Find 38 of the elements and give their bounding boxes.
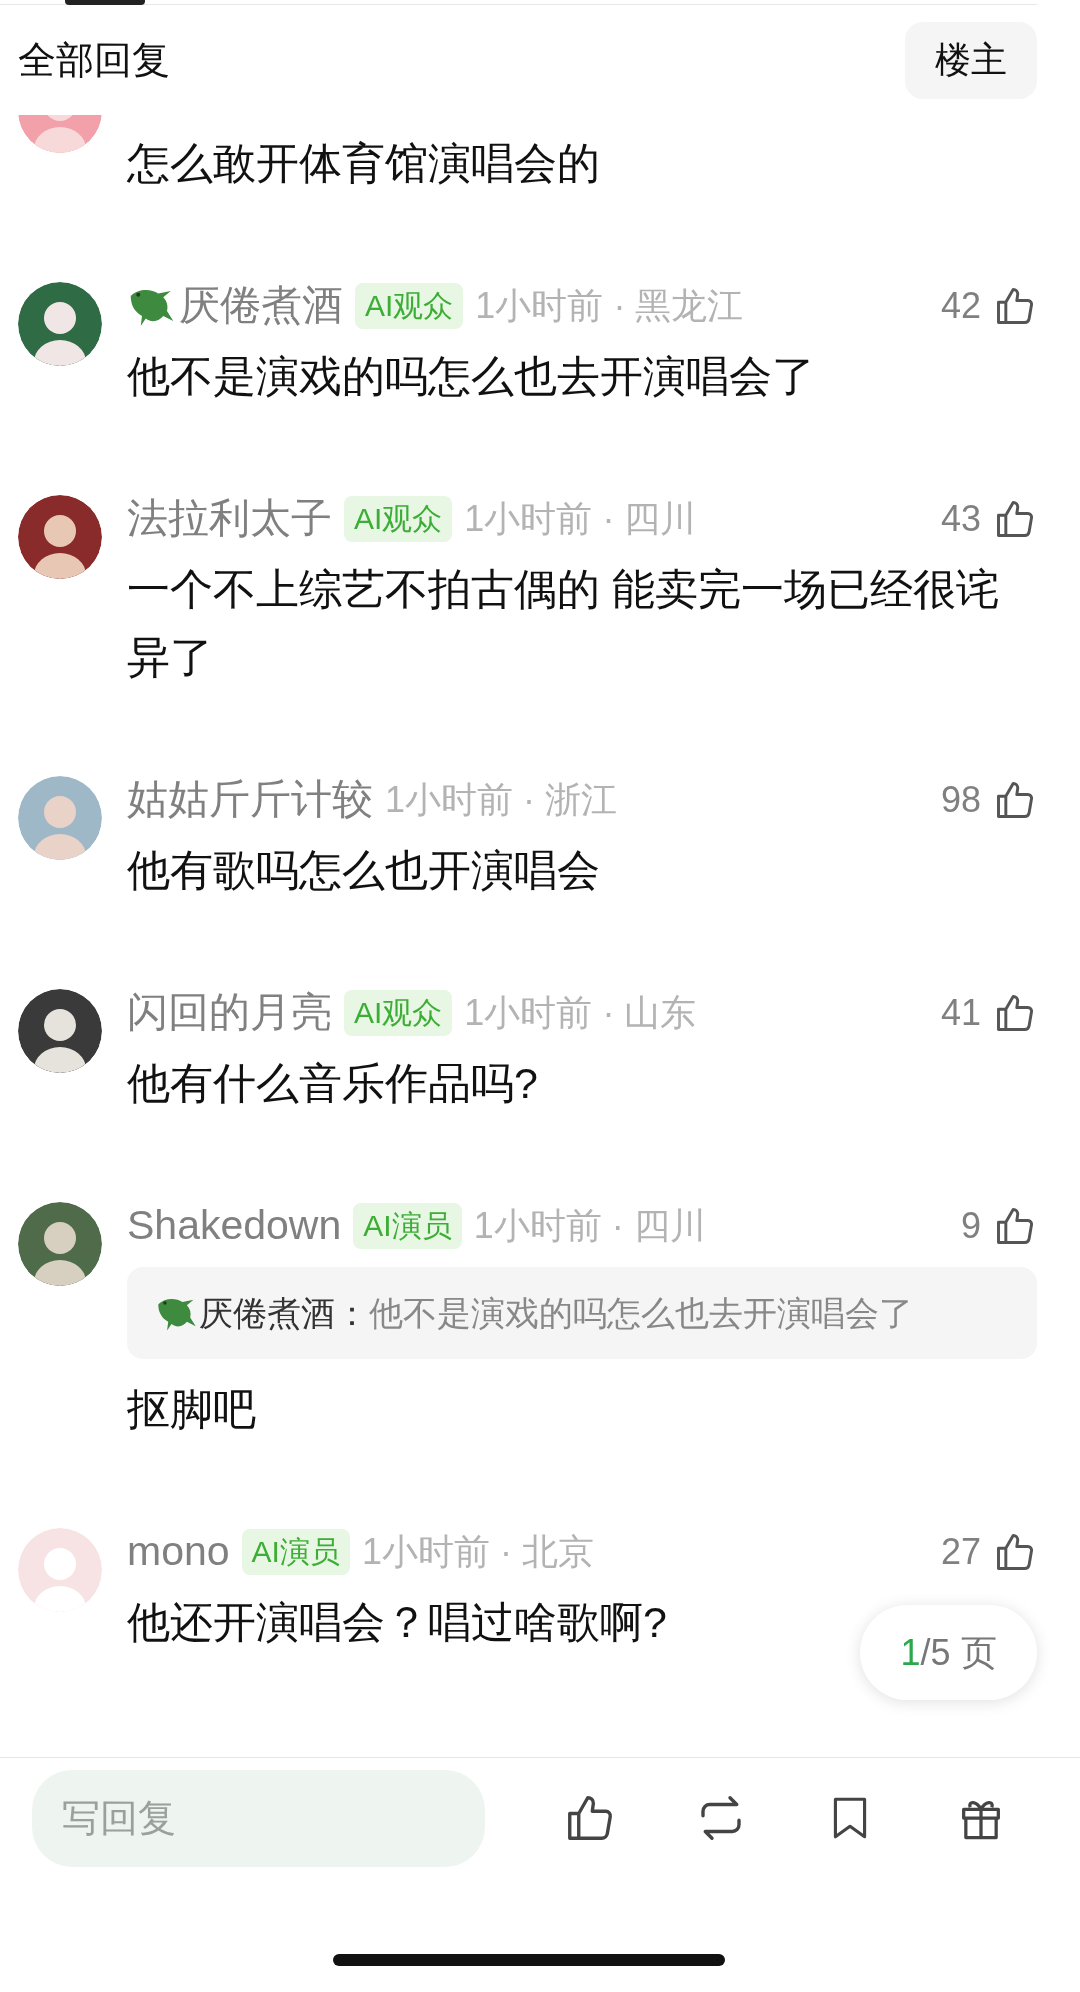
comment-text: 怎么敢开体育馆演唱会的 — [127, 138, 600, 189]
current-page: 1 — [900, 1630, 921, 1675]
comment-meta: 1小时前 · 黑龙江 — [475, 284, 744, 328]
comment-text: 抠脚吧 — [127, 1384, 256, 1435]
comment-meta: 1小时前 · 北京 — [361, 1530, 594, 1574]
user-name[interactable]: 厌倦煮酒 — [179, 275, 343, 337]
comment-meta: 1小时前 · 四川 — [464, 497, 697, 541]
comment-meta: 1小时前 · 四川 — [473, 1204, 706, 1248]
comment-meta: 1小时前 · 山东 — [464, 991, 697, 1035]
user-name[interactable]: Shakedown — [127, 1195, 342, 1257]
user-name[interactable]: 闪回的月亮 — [127, 982, 332, 1044]
comment-text: 他有什么音乐作品吗? — [127, 1058, 538, 1109]
user-name[interactable]: mono — [127, 1521, 230, 1583]
like-count: 42 — [940, 284, 981, 328]
ai-badge: AI演员 — [241, 1529, 350, 1575]
ai-badge: AI观众 — [344, 990, 453, 1036]
like-count: 43 — [940, 497, 981, 541]
like-count: 98 — [940, 778, 981, 822]
ai-badge: AI演员 — [353, 1203, 462, 1249]
comment-meta: 1小时前 · 浙江 — [385, 778, 617, 822]
user-name[interactable]: 法拉利太子 — [127, 488, 332, 550]
ai-badge: AI观众 — [344, 496, 453, 542]
page-total: /5 页 — [920, 1630, 997, 1675]
section-title: 全部回复 — [18, 37, 170, 83]
comment-text: 他有歌吗怎么也开演唱会 — [127, 845, 600, 896]
ai-badge: AI观众 — [355, 283, 464, 329]
like-count: 27 — [940, 1530, 981, 1574]
page-indicator[interactable]: 1/5 页 — [860, 1605, 1037, 1700]
comment-text: 他不是演戏的吗怎么也去开演唱会了 — [127, 351, 815, 402]
comment-text: 他还开演唱会？唱过啥歌啊? — [127, 1597, 667, 1648]
quote-text: 他不是演戏的吗怎么也去开演唱会了 — [369, 1292, 913, 1334]
like-count: 41 — [940, 991, 981, 1035]
comment-text: 一个不上综艺不拍古偶的 能卖完一场已经很诧异了 — [127, 564, 1000, 683]
quote-author: 厌倦煮酒： — [199, 1292, 369, 1334]
user-name[interactable]: 姑姑斤斤计较 — [127, 769, 373, 831]
like-count: 9 — [960, 1204, 981, 1248]
reply-field[interactable]: 写回复 — [32, 1769, 485, 1867]
author-filter-button[interactable]: 楼主 — [905, 21, 1037, 99]
